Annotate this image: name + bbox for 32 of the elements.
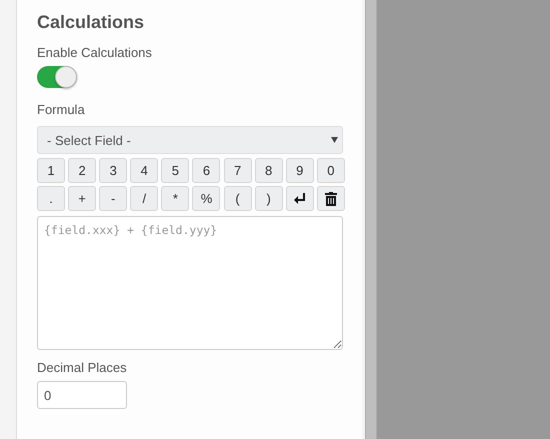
key-button[interactable]: 5 bbox=[161, 158, 190, 183]
section-title: Calculations bbox=[37, 12, 146, 33]
field-label: Enable Calculations bbox=[37, 45, 153, 60]
key-button[interactable]: 4 bbox=[130, 158, 158, 183]
key-button[interactable]: ) bbox=[254, 186, 283, 211]
key-button[interactable]: 3 bbox=[99, 158, 128, 183]
key-button[interactable]: 7 bbox=[224, 158, 252, 183]
key-button[interactable]: 0 bbox=[316, 158, 345, 183]
toggle-switch[interactable] bbox=[37, 66, 77, 88]
key-button[interactable]: 6 bbox=[192, 158, 220, 183]
decimal-input[interactable]: 0 bbox=[37, 381, 127, 409]
key-button[interactable]: / bbox=[130, 186, 158, 211]
key-button[interactable]: ( bbox=[224, 186, 252, 211]
field-select[interactable]: - Select Field - bbox=[37, 126, 343, 154]
caret-icon bbox=[331, 137, 338, 143]
return-icon bbox=[292, 192, 307, 206]
key-button[interactable]: . bbox=[37, 186, 65, 211]
field-label: Formula bbox=[37, 102, 86, 117]
enter-button[interactable] bbox=[286, 186, 314, 211]
trash-icon bbox=[324, 192, 337, 206]
field-label: Decimal Places bbox=[37, 360, 128, 375]
key-button[interactable]: 9 bbox=[286, 158, 314, 183]
scrollbar[interactable] bbox=[365, 0, 377, 439]
key-button[interactable]: * bbox=[161, 186, 190, 211]
key-button[interactable]: 1 bbox=[37, 158, 65, 183]
key-button[interactable]: 8 bbox=[254, 158, 283, 183]
key-button[interactable]: - bbox=[99, 186, 128, 211]
key-button[interactable]: 2 bbox=[68, 158, 96, 183]
clear-button[interactable] bbox=[316, 186, 345, 211]
key-button[interactable]: + bbox=[68, 186, 96, 211]
key-button[interactable]: % bbox=[192, 186, 220, 211]
formula-field[interactable]: {field.xxx} + {field.yyy} bbox=[37, 216, 343, 350]
